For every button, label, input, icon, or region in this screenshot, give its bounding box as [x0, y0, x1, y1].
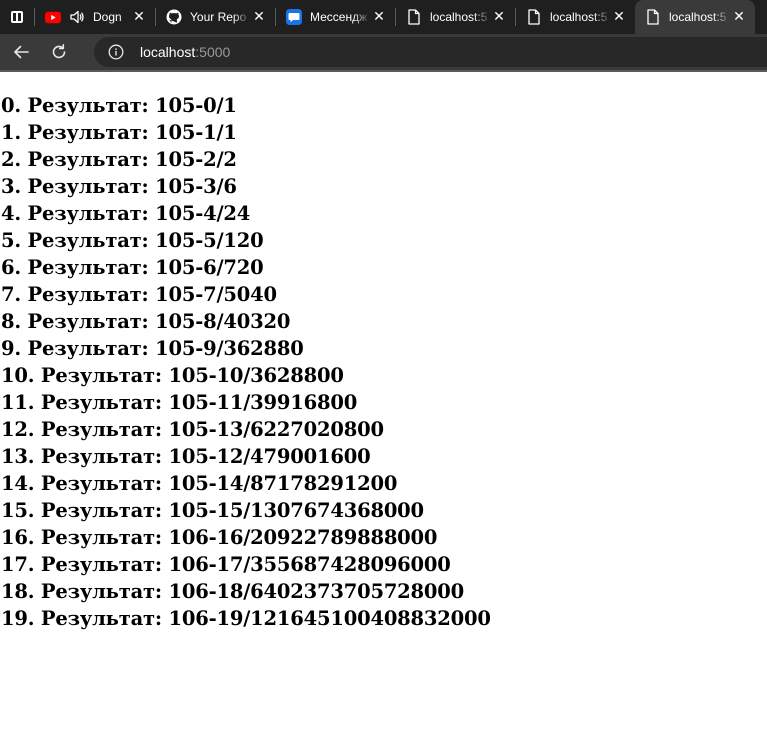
result-line: 14. Результат: 105-14/87178291200 — [1, 472, 398, 495]
result-line: 2. Результат: 105-2/2 — [1, 148, 237, 171]
result-line: 19. Результат: 106-19/121645100408832000 — [1, 607, 491, 630]
youtube-icon — [45, 9, 61, 25]
tab-localhost-2[interactable]: localhost:5 ✕ — [516, 0, 635, 34]
tab-localhost-active[interactable]: localhost:5 ✕ — [635, 0, 755, 34]
reload-button[interactable] — [42, 37, 76, 67]
back-arrow-icon — [14, 45, 29, 59]
result-line: 5. Результат: 105-5/120 — [1, 229, 264, 252]
result-line: 11. Результат: 105-11/39916800 — [1, 391, 358, 414]
tab-youtube[interactable]: Dogn ✕ — [35, 0, 155, 34]
result-line: 6. Результат: 105-6/720 — [1, 256, 264, 279]
result-line: 8. Результат: 105-8/40320 — [1, 310, 291, 333]
result-line: 18. Результат: 106-18/6402373705728000 — [1, 580, 465, 603]
page-icon — [406, 9, 422, 25]
close-icon[interactable]: ✕ — [731, 9, 747, 25]
close-icon[interactable]: ✕ — [251, 9, 267, 25]
result-line: 15. Результат: 105-15/1307674368000 — [1, 499, 424, 522]
close-icon[interactable]: ✕ — [611, 9, 627, 25]
tab-title: localhost:5 — [669, 10, 727, 24]
tab-title: Мессендж — [310, 10, 368, 24]
reload-icon — [52, 44, 66, 59]
result-line: 7. Результат: 105-7/5040 — [1, 283, 277, 306]
tab-title: localhost:5 — [430, 10, 488, 24]
result-line: 12. Результат: 105-13/6227020800 — [1, 418, 384, 441]
tab-localhost-1[interactable]: localhost:5 ✕ — [396, 0, 515, 34]
tab-actions-button[interactable] — [0, 0, 34, 34]
info-icon[interactable] — [108, 44, 124, 60]
messenger-icon — [286, 9, 302, 25]
page-icon — [645, 9, 661, 25]
speaker-icon[interactable] — [69, 9, 85, 25]
results-list: 0. Результат: 105-0/1 1. Результат: 105-1… — [1, 92, 491, 632]
tab-title: localhost:5 — [550, 10, 608, 24]
result-line: 0. Результат: 105-0/1 — [1, 94, 237, 117]
back-button[interactable] — [4, 37, 38, 67]
result-line: 1. Результат: 105-1/1 — [1, 121, 237, 144]
url-port: :5000 — [195, 44, 231, 60]
page-icon — [526, 9, 542, 25]
github-icon — [166, 9, 182, 25]
tab-strip: Dogn ✕ Your Repo ✕ Мессендж ✕ localhost:… — [0, 0, 767, 34]
address-bar[interactable]: localhost:5000 — [94, 37, 767, 67]
page-content: 0. Результат: 105-0/1 1. Результат: 105-1… — [0, 72, 767, 743]
tab-title: Your Repo — [190, 10, 247, 24]
result-line: 4. Результат: 105-4/24 — [1, 202, 251, 225]
browser-toolbar: localhost:5000 — [0, 34, 767, 70]
close-icon[interactable]: ✕ — [131, 9, 147, 25]
result-line: 17. Результат: 106-17/355687428096000 — [1, 553, 451, 576]
url-host: localhost — [140, 44, 196, 60]
close-icon[interactable]: ✕ — [491, 9, 507, 25]
tab-messenger[interactable]: Мессендж ✕ — [276, 0, 395, 34]
window-icon — [11, 11, 23, 23]
result-line: 3. Результат: 105-3/6 — [1, 175, 237, 198]
close-icon[interactable]: ✕ — [371, 9, 387, 25]
result-line: 13. Результат: 105-12/479001600 — [1, 445, 371, 468]
result-line: 9. Результат: 105-9/362880 — [1, 337, 304, 360]
tab-github[interactable]: Your Repo ✕ — [156, 0, 275, 34]
result-line: 10. Результат: 105-10/3628800 — [1, 364, 344, 387]
tab-title: Dogn — [93, 10, 122, 24]
result-line: 16. Результат: 106-16/20922789888000 — [1, 526, 438, 549]
